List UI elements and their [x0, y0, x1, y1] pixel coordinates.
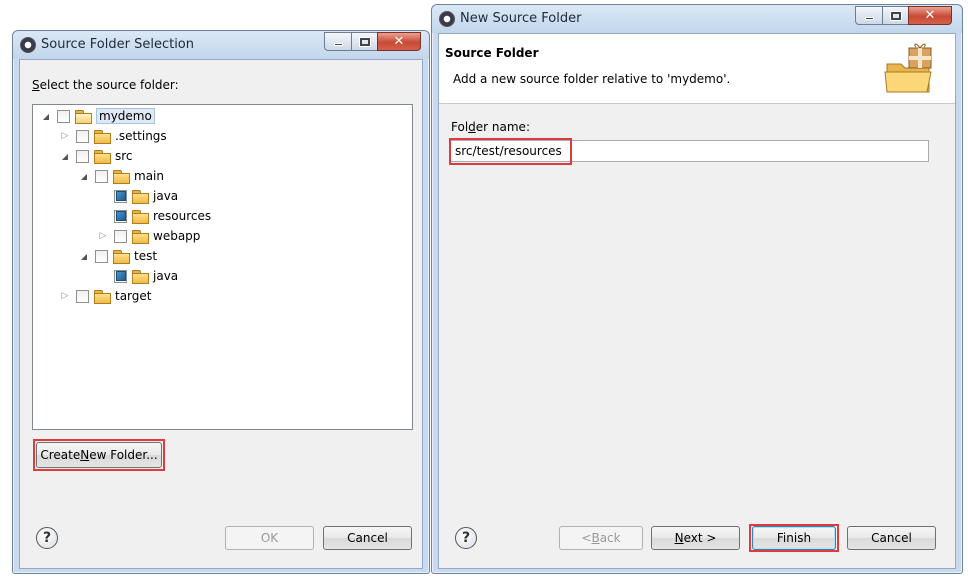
tree-item[interactable]: ▷ target — [60, 287, 152, 305]
maximize-icon — [889, 10, 902, 21]
tree-item-label: java — [153, 269, 179, 283]
left-cancel-button[interactable]: Cancel — [323, 526, 412, 550]
maximize-button[interactable] — [882, 6, 908, 25]
close-icon: ✕ — [393, 34, 405, 49]
finish-button[interactable]: Finish — [752, 526, 836, 550]
minimize-icon — [864, 17, 874, 20]
tree-item[interactable]: ▷ webapp — [98, 227, 200, 245]
create-new-folder-button[interactable]: Create New Folder... — [36, 442, 162, 468]
tree-item-label: resources — [153, 209, 212, 223]
close-button[interactable]: ✕ — [908, 6, 952, 25]
tree-item[interactable]: ◢ src — [60, 147, 133, 165]
tree-item[interactable]: ◢ test — [79, 247, 157, 265]
folder-icon — [132, 229, 149, 244]
tree-item-checkbox[interactable] — [114, 229, 127, 243]
tree-item-label: src — [115, 149, 133, 163]
minimize-button[interactable] — [324, 32, 351, 51]
tree-item[interactable]: ◢ mydemo — [41, 107, 155, 125]
collapse-arrow-icon[interactable]: ◢ — [41, 111, 51, 121]
banner-title: Source Folder — [445, 46, 539, 60]
tree-item[interactable]: resources — [98, 207, 211, 225]
help-icon[interactable]: ? — [36, 527, 58, 549]
tree-item[interactable]: ◢ main — [79, 167, 164, 185]
right-titlebar[interactable]: New Source Folder ✕ — [432, 5, 962, 33]
folder-icon — [132, 189, 149, 204]
tree-item-label: test — [134, 249, 158, 263]
tree-item[interactable]: ▷ .settings — [60, 127, 167, 145]
collapse-arrow-icon[interactable]: ◢ — [79, 251, 89, 261]
source-folder-selection-window: Source Folder Selection ✕ Select the sou… — [12, 30, 430, 574]
new-folder-wizard-icon — [884, 43, 932, 93]
tree-item-label: main — [134, 169, 164, 183]
tree-item[interactable]: java — [98, 267, 178, 285]
tree-item-checkbox[interactable] — [95, 169, 108, 183]
minimize-button[interactable] — [855, 6, 882, 25]
tree-item-checkbox[interactable] — [114, 269, 127, 283]
maximize-icon — [358, 36, 371, 47]
next-button[interactable]: Next > — [651, 526, 740, 550]
eclipse-icon — [439, 11, 455, 27]
tree-item[interactable]: java — [98, 187, 178, 205]
banner-description: Add a new source folder relative to 'myd… — [453, 72, 731, 86]
tree-item-label: mydemo — [96, 108, 155, 124]
left-window-title: Source Folder Selection — [41, 37, 194, 52]
new-source-folder-window: New Source Folder ✕ Source Folder Add a … — [431, 4, 963, 574]
tree-item-label: target — [115, 289, 152, 303]
maximize-button[interactable] — [351, 32, 377, 51]
folder-icon — [132, 209, 149, 224]
close-icon: ✕ — [924, 8, 936, 23]
expand-arrow-icon[interactable]: ▷ — [98, 231, 108, 241]
expand-arrow-icon[interactable]: ▷ — [60, 131, 70, 141]
right-window-title: New Source Folder — [460, 11, 582, 26]
select-source-folder-label: Select the source folder: — [32, 78, 179, 92]
right-cancel-button[interactable]: Cancel — [847, 526, 936, 550]
folder-name-input[interactable] — [450, 140, 929, 162]
left-dialog-body: Select the source folder: ◢ mydemo ▷ .setti… — [19, 59, 423, 569]
tree-item-checkbox[interactable] — [76, 149, 89, 163]
folder-icon — [113, 169, 130, 184]
left-titlebar[interactable]: Source Folder Selection ✕ — [13, 31, 429, 59]
help-icon[interactable]: ? — [455, 527, 477, 549]
tree-item-checkbox[interactable] — [76, 289, 89, 303]
tree-item-checkbox[interactable] — [95, 249, 108, 263]
folder-icon — [94, 149, 111, 164]
collapse-arrow-icon[interactable]: ◢ — [79, 171, 89, 181]
eclipse-icon — [20, 37, 36, 53]
folder-icon — [94, 129, 111, 144]
close-button[interactable]: ✕ — [377, 32, 421, 51]
ok-button[interactable]: OK — [225, 526, 314, 550]
tree-item-checkbox[interactable] — [114, 209, 127, 223]
collapse-arrow-icon[interactable]: ◢ — [60, 151, 70, 161]
folder-icon — [132, 269, 149, 284]
tree-item-checkbox[interactable] — [76, 129, 89, 143]
folder-icon — [94, 289, 111, 304]
right-dialog-body: Source Folder Add a new source folder re… — [438, 33, 956, 569]
folder-name-label: Folder name: — [451, 120, 530, 134]
back-button[interactable]: < Back — [559, 526, 643, 550]
expand-arrow-icon[interactable]: ▷ — [60, 291, 70, 301]
project-folder-icon — [75, 109, 92, 124]
folder-tree[interactable]: ◢ mydemo ▷ .settings ◢ src ◢ main java resources ▷… — [32, 104, 413, 430]
wizard-banner: Source Folder Add a new source folder re… — [439, 34, 955, 104]
tree-item-label: webapp — [153, 229, 201, 243]
minimize-icon — [333, 43, 343, 46]
tree-item-label: java — [153, 189, 179, 203]
tree-item-label: .settings — [115, 129, 167, 143]
tree-item-checkbox[interactable] — [114, 189, 127, 203]
folder-icon — [113, 249, 130, 264]
tree-item-checkbox[interactable] — [57, 109, 70, 123]
